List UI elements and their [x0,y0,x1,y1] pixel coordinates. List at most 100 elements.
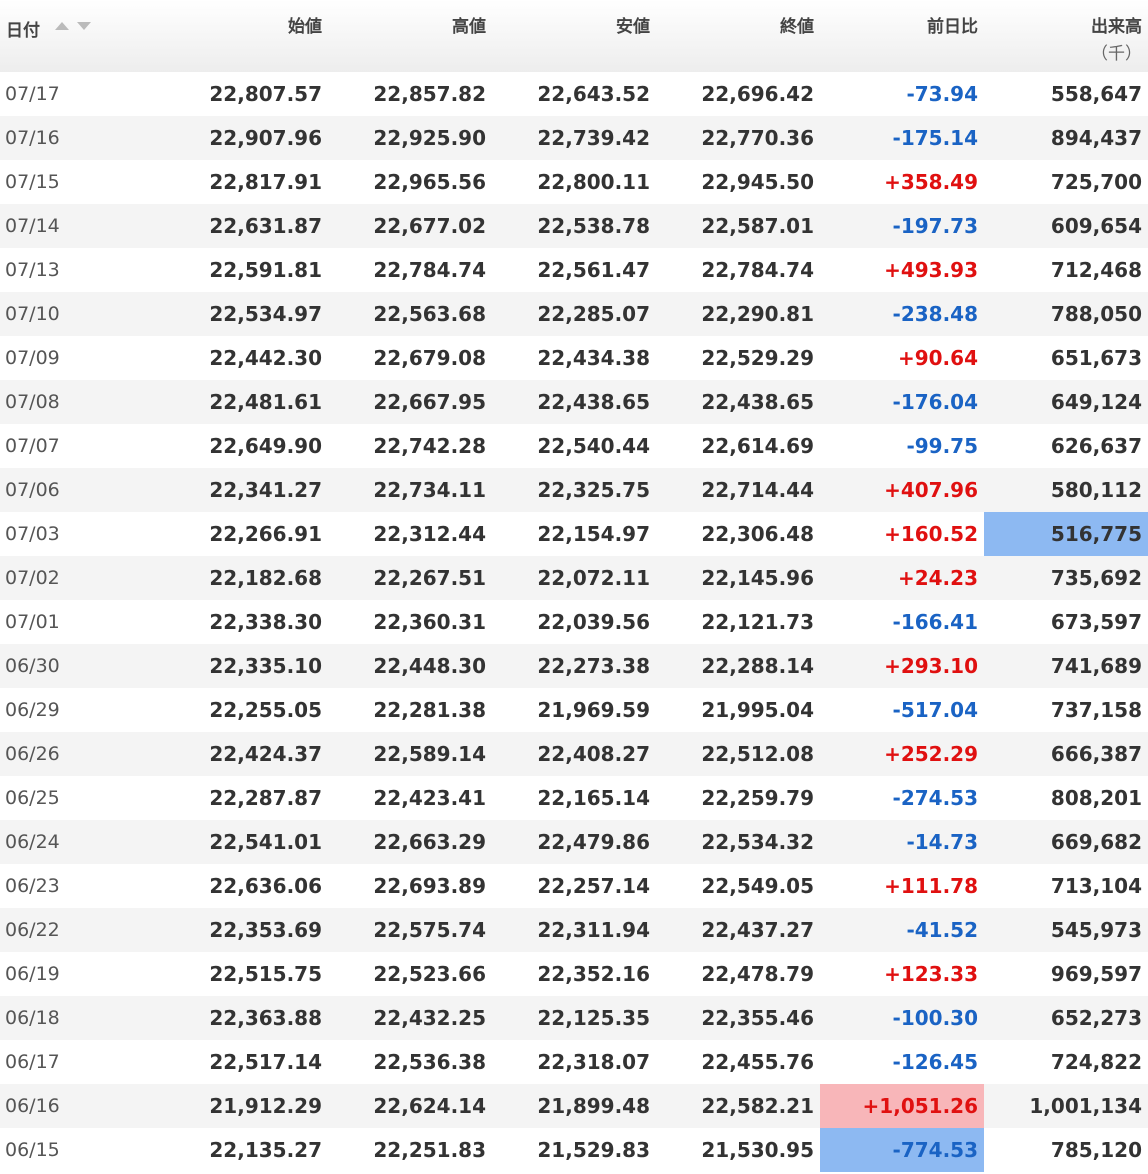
change-cell: -166.41 [892,610,978,634]
open-cell: 22,636.06 [209,874,322,898]
close-cell: 22,614.69 [701,434,814,458]
high-cell: 22,281.38 [373,698,486,722]
open-cell: 22,424.37 [164,732,328,776]
date-cell: 07/14 [0,204,164,248]
table-row: 07/02 22,182.68 22,267.51 22,072.11 22,145.9… [0,556,1148,600]
change-cell: -238.48 [820,292,984,336]
open-cell: 22,338.30 [209,610,322,634]
volume-cell: 652,273 [984,996,1148,1040]
table-row: 07/10 22,534.97 22,563.68 22,285.07 22,290.8… [0,292,1148,336]
table-body: 07/17 22,807.57 22,857.82 22,643.52 22,696.4… [0,72,1148,1172]
low-cell: 22,257.14 [537,874,650,898]
change-cell: -176.04 [820,380,984,424]
column-header-high[interactable]: 高値 [328,0,492,72]
volume-cell: 735,692 [984,556,1148,600]
high-cell: 22,679.08 [373,346,486,370]
table-row: 06/18 22,363.88 22,432.25 22,125.35 22,355.4… [0,996,1148,1040]
low-cell: 22,165.14 [537,786,650,810]
open-cell: 22,807.57 [209,82,322,106]
change-cell: -517.04 [892,698,978,722]
low-cell: 21,899.48 [492,1084,656,1128]
high-cell: 22,693.89 [373,874,486,898]
column-header-date[interactable]: 日付 [0,0,164,72]
open-cell: 22,515.75 [209,962,322,986]
low-cell: 22,800.11 [537,170,650,194]
change-cell: +123.33 [884,962,978,986]
close-cell: 22,512.08 [656,732,820,776]
date-cell: 07/17 [5,83,60,105]
date-cell: 06/22 [0,908,164,952]
table-row: 07/15 22,817.91 22,965.56 22,800.11 22,945.5… [0,160,1148,204]
date-cell: 07/16 [0,116,164,160]
date-cell: 07/08 [0,380,164,424]
change-cell: +493.93 [884,258,978,282]
date-cell: 06/26 [0,732,164,776]
open-cell: 22,591.81 [209,258,322,282]
column-header-change[interactable]: 前日比 [820,0,984,72]
sort-controls [54,16,92,36]
table-row: 07/07 22,649.90 22,742.28 22,540.44 22,614.6… [0,424,1148,468]
close-cell: 21,530.95 [701,1138,814,1162]
date-cell: 07/13 [5,259,60,281]
open-cell: 22,517.14 [209,1050,322,1074]
open-cell: 22,442.30 [209,346,322,370]
table-row: 06/23 22,636.06 22,693.89 22,257.14 22,549.0… [0,864,1148,908]
low-cell: 22,352.16 [537,962,650,986]
column-header-low[interactable]: 安値 [492,0,656,72]
stock-history-table: 日付 始値 高値 安値 終値 前日比 出来高 （千） 07/17 22,807.5… [0,0,1148,1172]
volume-cell: 712,468 [1050,258,1142,282]
low-cell: 21,969.59 [537,698,650,722]
change-cell: +111.78 [884,874,978,898]
low-cell: 22,325.75 [492,468,656,512]
high-cell: 22,925.90 [328,116,492,160]
date-cell: 07/10 [0,292,164,336]
change-cell: +252.29 [820,732,984,776]
high-cell: 22,589.14 [328,732,492,776]
close-cell: 22,534.32 [656,820,820,864]
close-cell: 22,455.76 [701,1050,814,1074]
date-cell: 07/01 [5,611,60,633]
column-header-volume[interactable]: 出来高 （千） [984,0,1148,72]
close-cell: 22,587.01 [656,204,820,248]
open-cell: 22,534.97 [164,292,328,336]
table-row: 06/19 22,515.75 22,523.66 22,352.16 22,478.7… [0,952,1148,996]
table-row: 07/14 22,631.87 22,677.02 22,538.78 22,587.0… [0,204,1148,248]
date-cell: 06/29 [5,699,60,721]
high-cell: 22,267.51 [328,556,492,600]
low-cell: 22,154.97 [537,522,650,546]
volume-cell: 558,647 [1050,82,1142,106]
low-cell: 22,434.38 [537,346,650,370]
close-cell: 22,549.05 [701,874,814,898]
table-row: 07/06 22,341.27 22,734.11 22,325.75 22,714.4… [0,468,1148,512]
table-row: 07/13 22,591.81 22,784.74 22,561.47 22,784.7… [0,248,1148,292]
low-cell: 22,273.38 [492,644,656,688]
low-cell: 22,125.35 [492,996,656,1040]
date-cell: 06/17 [5,1051,60,1073]
low-cell: 22,739.42 [492,116,656,160]
high-cell: 22,575.74 [328,908,492,952]
change-cell: +24.23 [820,556,984,600]
close-cell: 22,582.21 [656,1084,820,1128]
low-cell: 22,643.52 [537,82,650,106]
table-row: 06/24 22,541.01 22,663.29 22,479.86 22,534.3… [0,820,1148,864]
table-row: 07/17 22,807.57 22,857.82 22,643.52 22,696.4… [0,72,1148,116]
column-header-open[interactable]: 始値 [164,0,328,72]
high-cell: 22,523.66 [373,962,486,986]
change-cell: -274.53 [892,786,978,810]
sort-descending-icon[interactable] [76,21,92,31]
table-header: 日付 始値 高値 安値 終値 前日比 出来高 （千） [0,0,1148,72]
column-header-close[interactable]: 終値 [656,0,820,72]
volume-cell: 651,673 [1050,346,1142,370]
sort-ascending-icon[interactable] [54,21,70,31]
volume-cell: 626,637 [1050,434,1142,458]
open-cell: 22,363.88 [164,996,328,1040]
open-cell: 22,287.87 [209,786,322,810]
high-cell: 22,734.11 [328,468,492,512]
volume-cell: 666,387 [984,732,1148,776]
close-cell: 22,770.36 [656,116,820,160]
high-cell: 22,360.31 [373,610,486,634]
high-cell: 22,965.56 [373,170,486,194]
date-cell: 07/03 [5,523,60,545]
low-cell: 22,285.07 [492,292,656,336]
change-cell: -73.94 [906,82,978,106]
